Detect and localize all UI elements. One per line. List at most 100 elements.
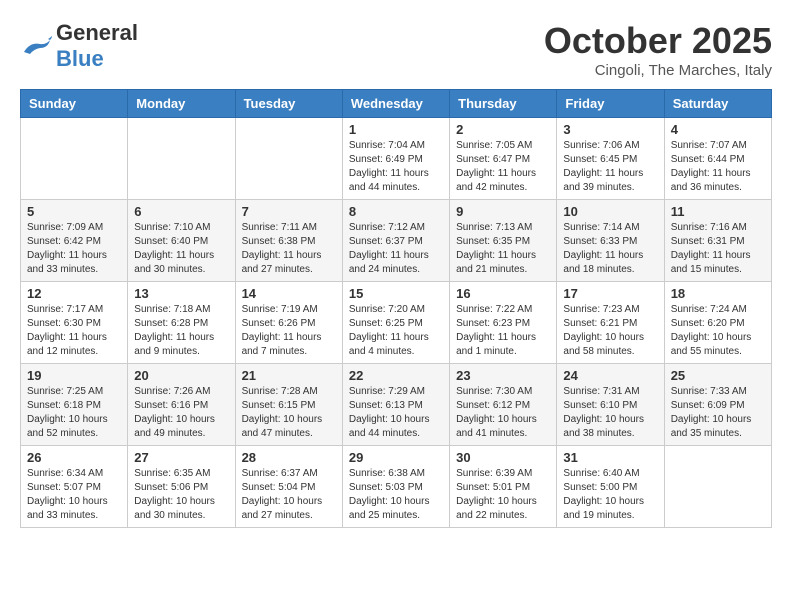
calendar-cell: 11Sunrise: 7:16 AM Sunset: 6:31 PM Dayli… [664,200,771,282]
day-info: Sunrise: 7:19 AM Sunset: 6:26 PM Dayligh… [242,303,336,359]
page-header: General Blue October 2025 Cingoli, The M… [20,20,772,79]
day-info: Sunrise: 7:12 AM Sunset: 6:37 PM Dayligh… [349,221,443,277]
calendar-cell: 4 Sunrise: 7:07 AM Sunset: 6:44 PM Daylig… [664,118,771,200]
calendar-cell [664,446,771,528]
day-info: Sunrise: 7:33 AM Sunset: 6:09 PM Dayligh… [671,385,765,441]
calendar-cell: 29Sunrise: 6:38 AM Sunset: 5:03 PM Dayli… [342,446,449,528]
calendar-table: SundayMondayTuesdayWednesdayThursdayFrid… [20,89,772,528]
calendar-header-row: SundayMondayTuesdayWednesdayThursdayFrid… [21,90,772,118]
weekday-header: Thursday [450,90,557,118]
day-number: 12 [27,286,121,301]
day-number: 31 [563,450,657,465]
calendar-cell: 20 Sunrise: 7:26 AM Sunset: 6:16 PM Dayli… [128,364,235,446]
day-number: 24 [563,368,657,383]
day-number: 30 [456,450,550,465]
day-info: Sunrise: 7:14 AM Sunset: 6:33 PM Dayligh… [563,221,657,277]
day-number: 9 [456,204,550,219]
calendar-cell: 5 Sunrise: 7:09 AM Sunset: 6:42 PM Daylig… [21,200,128,282]
day-number: 5 [27,204,121,219]
day-number: 21 [242,368,336,383]
calendar-cell: 13Sunrise: 7:18 AM Sunset: 6:28 PM Dayli… [128,282,235,364]
calendar-cell [235,118,342,200]
calendar-cell: 16 Sunrise: 7:22 AM Sunset: 6:23 PM Dayli… [450,282,557,364]
calendar-week-row: 26 Sunrise: 6:34 AM Sunset: 5:07 PM Dayli… [21,446,772,528]
calendar-cell: 21 Sunrise: 7:28 AM Sunset: 6:15 PM Dayli… [235,364,342,446]
day-number: 22 [349,368,443,383]
day-info: Sunrise: 7:11 AM Sunset: 6:38 PM Dayligh… [242,221,336,277]
day-info: Sunrise: 6:34 AM Sunset: 5:07 PM Dayligh… [27,467,121,523]
day-info: Sunrise: 7:31 AM Sunset: 6:10 PM Dayligh… [563,385,657,441]
logo-blue: Blue [56,46,104,71]
calendar-cell: 24 Sunrise: 7:31 AM Sunset: 6:10 PM Dayli… [557,364,664,446]
weekday-header: Saturday [664,90,771,118]
day-number: 3 [563,122,657,137]
day-info: Sunrise: 7:26 AM Sunset: 6:16 PM Dayligh… [134,385,228,441]
day-number: 8 [349,204,443,219]
calendar-cell: 25 Sunrise: 7:33 AM Sunset: 6:09 PM Dayli… [664,364,771,446]
day-number: 2 [456,122,550,137]
calendar-cell [21,118,128,200]
calendar-week-row: 12 Sunrise: 7:17 AM Sunset: 6:30 PM Dayli… [21,282,772,364]
calendar-cell: 3 Sunrise: 7:06 AM Sunset: 6:45 PM Daylig… [557,118,664,200]
day-info: Sunrise: 7:22 AM Sunset: 6:23 PM Dayligh… [456,303,550,359]
day-number: 23 [456,368,550,383]
calendar-cell: 2 Sunrise: 7:05 AM Sunset: 6:47 PM Daylig… [450,118,557,200]
calendar-cell: 27Sunrise: 6:35 AM Sunset: 5:06 PM Dayli… [128,446,235,528]
calendar-cell: 7 Sunrise: 7:11 AM Sunset: 6:38 PM Daylig… [235,200,342,282]
day-info: Sunrise: 7:20 AM Sunset: 6:25 PM Dayligh… [349,303,443,359]
day-info: Sunrise: 7:05 AM Sunset: 6:47 PM Dayligh… [456,139,550,195]
day-number: 25 [671,368,765,383]
day-number: 29 [349,450,443,465]
calendar-cell: 26 Sunrise: 6:34 AM Sunset: 5:07 PM Dayli… [21,446,128,528]
calendar-cell: 19Sunrise: 7:25 AM Sunset: 6:18 PM Dayli… [21,364,128,446]
day-info: Sunrise: 6:40 AM Sunset: 5:00 PM Dayligh… [563,467,657,523]
weekday-header: Wednesday [342,90,449,118]
day-info: Sunrise: 7:17 AM Sunset: 6:30 PM Dayligh… [27,303,121,359]
calendar-cell: 17Sunrise: 7:23 AM Sunset: 6:21 PM Dayli… [557,282,664,364]
calendar-cell: 28Sunrise: 6:37 AM Sunset: 5:04 PM Dayli… [235,446,342,528]
calendar-cell: 22 Sunrise: 7:29 AM Sunset: 6:13 PM Dayli… [342,364,449,446]
day-number: 4 [671,122,765,137]
day-info: Sunrise: 6:35 AM Sunset: 5:06 PM Dayligh… [134,467,228,523]
day-info: Sunrise: 7:29 AM Sunset: 6:13 PM Dayligh… [349,385,443,441]
day-number: 17 [563,286,657,301]
calendar-cell [128,118,235,200]
month-title: October 2025 [544,20,772,62]
day-info: Sunrise: 7:06 AM Sunset: 6:45 PM Dayligh… [563,139,657,195]
day-number: 16 [456,286,550,301]
day-number: 6 [134,204,228,219]
calendar-cell: 31 Sunrise: 6:40 AM Sunset: 5:00 PM Dayli… [557,446,664,528]
day-number: 15 [349,286,443,301]
day-number: 11 [671,204,765,219]
day-info: Sunrise: 7:24 AM Sunset: 6:20 PM Dayligh… [671,303,765,359]
calendar-cell: 10 Sunrise: 7:14 AM Sunset: 6:33 PM Dayli… [557,200,664,282]
day-info: Sunrise: 7:13 AM Sunset: 6:35 PM Dayligh… [456,221,550,277]
day-info: Sunrise: 7:25 AM Sunset: 6:18 PM Dayligh… [27,385,121,441]
calendar-cell: 14 Sunrise: 7:19 AM Sunset: 6:26 PM Dayli… [235,282,342,364]
calendar-week-row: 1Sunrise: 7:04 AM Sunset: 6:49 PM Daylig… [21,118,772,200]
day-number: 1 [349,122,443,137]
day-info: Sunrise: 7:10 AM Sunset: 6:40 PM Dayligh… [134,221,228,277]
calendar-cell: 30 Sunrise: 6:39 AM Sunset: 5:01 PM Dayli… [450,446,557,528]
day-info: Sunrise: 7:07 AM Sunset: 6:44 PM Dayligh… [671,139,765,195]
day-number: 18 [671,286,765,301]
calendar-cell: 9 Sunrise: 7:13 AM Sunset: 6:35 PM Daylig… [450,200,557,282]
day-info: Sunrise: 6:39 AM Sunset: 5:01 PM Dayligh… [456,467,550,523]
calendar-cell: 23Sunrise: 7:30 AM Sunset: 6:12 PM Dayli… [450,364,557,446]
day-info: Sunrise: 7:28 AM Sunset: 6:15 PM Dayligh… [242,385,336,441]
day-number: 10 [563,204,657,219]
logo-general: General [56,20,138,45]
logo: General Blue [20,20,138,72]
day-info: Sunrise: 7:09 AM Sunset: 6:42 PM Dayligh… [27,221,121,277]
day-number: 20 [134,368,228,383]
day-number: 7 [242,204,336,219]
logo-bird-icon [20,34,52,58]
day-number: 26 [27,450,121,465]
day-info: Sunrise: 6:37 AM Sunset: 5:04 PM Dayligh… [242,467,336,523]
weekday-header: Friday [557,90,664,118]
calendar-week-row: 19Sunrise: 7:25 AM Sunset: 6:18 PM Dayli… [21,364,772,446]
title-section: October 2025 Cingoli, The Marches, Italy [544,20,772,79]
calendar-cell: 8 Sunrise: 7:12 AM Sunset: 6:37 PM Daylig… [342,200,449,282]
day-number: 14 [242,286,336,301]
calendar-week-row: 5 Sunrise: 7:09 AM Sunset: 6:42 PM Daylig… [21,200,772,282]
